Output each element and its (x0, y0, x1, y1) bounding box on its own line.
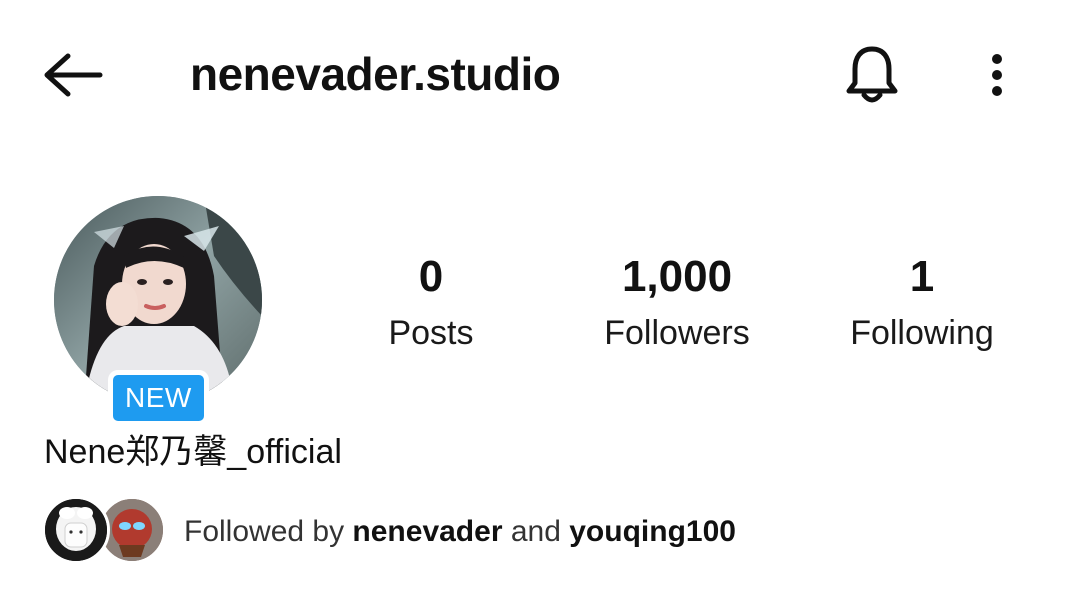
bell-icon (846, 46, 898, 103)
followed-by-user1[interactable]: nenevader (352, 515, 502, 548)
followers-label: Followers (604, 314, 750, 352)
followers-count: 1,000 (621, 252, 733, 301)
followed-by-text[interactable]: Followed by nenevader and youqing100 (184, 512, 736, 552)
more-vertical-icon (992, 54, 1002, 96)
avatar-image (101, 499, 163, 561)
display-name: Nene郑乃馨_official (44, 433, 342, 471)
following-count: 1 (909, 252, 935, 301)
arrow-left-icon (44, 53, 103, 97)
mutual-avatar-nenevader[interactable] (42, 496, 110, 564)
profile-screen: nenevader.studio NEW 0 Posts 1,000 Follo… (0, 0, 1080, 595)
followers-stat[interactable]: 1,000 Followers (567, 252, 787, 358)
more-options-button[interactable] (972, 44, 1022, 106)
following-label: Following (850, 314, 994, 352)
back-button[interactable] (38, 44, 108, 106)
notifications-button[interactable] (838, 38, 906, 110)
posts-label: Posts (388, 314, 474, 352)
avatar-image (45, 499, 107, 561)
followed-by-connector: and (510, 515, 561, 548)
new-badge: NEW (108, 370, 209, 426)
posts-count: 0 (418, 252, 444, 301)
posts-stat[interactable]: 0 Posts (321, 252, 541, 358)
following-stat[interactable]: 1 Following (812, 252, 1032, 358)
followed-by-user2[interactable]: youqing100 (569, 515, 736, 548)
page-title: nenevader.studio (190, 48, 561, 100)
followed-by-prefix: Followed by (184, 515, 345, 548)
